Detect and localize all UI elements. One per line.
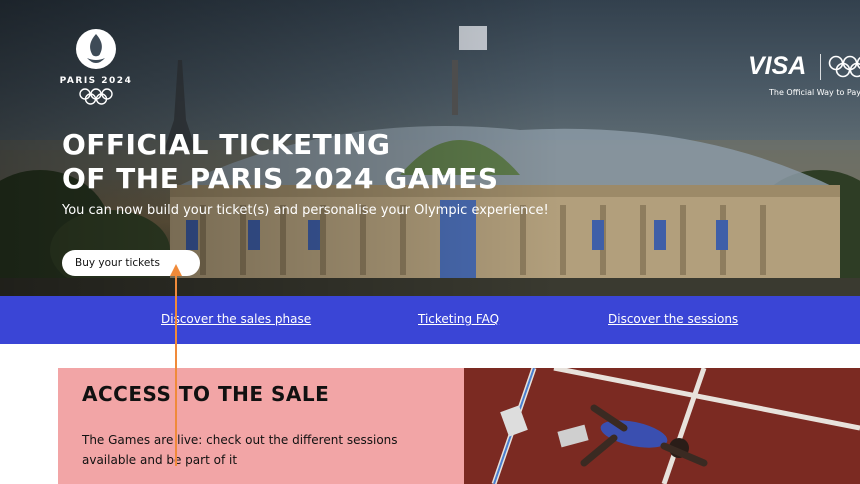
sponsor-divider — [820, 54, 821, 80]
visa-sponsor: VISA The Official Way to Pay — [748, 52, 860, 97]
sponsor-tagline: The Official Way to Pay — [769, 88, 860, 97]
athlete-image — [464, 368, 860, 484]
olympic-rings-icon — [828, 55, 860, 78]
visa-logo: VISA — [748, 52, 807, 80]
paris-2024-flame-icon — [76, 29, 116, 69]
nav-link-sales-phase[interactable]: Discover the sales phase — [161, 312, 311, 326]
hero-subtitle: You can now build your ticket(s) and per… — [62, 203, 549, 218]
paris-2024-logo[interactable]: PARIS 2024 — [58, 28, 134, 108]
nav-link-sessions[interactable]: Discover the sessions — [608, 312, 738, 326]
track-photo — [464, 368, 860, 484]
olympic-rings-icon — [79, 88, 113, 105]
buy-tickets-button[interactable]: Buy your tickets — [62, 250, 200, 276]
page-title: OFFICIAL TICKETING OF THE PARIS 2024 GAM… — [62, 128, 499, 196]
hero-banner: PARIS 2024 VISA The Official Way to Pay … — [0, 0, 860, 296]
nav-link-ticketing-faq[interactable]: Ticketing FAQ — [418, 312, 499, 326]
headline-line-1: OFFICIAL TICKETING — [62, 128, 391, 161]
access-description: The Games are live: check out the differ… — [82, 433, 398, 467]
headline-line-2: OF THE PARIS 2024 GAMES — [62, 162, 499, 195]
logo-text: PARIS 2024 — [59, 76, 133, 86]
access-title: ACCESS TO THE SALE — [82, 382, 330, 406]
secondary-nav: Discover the sales phase Ticketing FAQ D… — [0, 296, 860, 344]
